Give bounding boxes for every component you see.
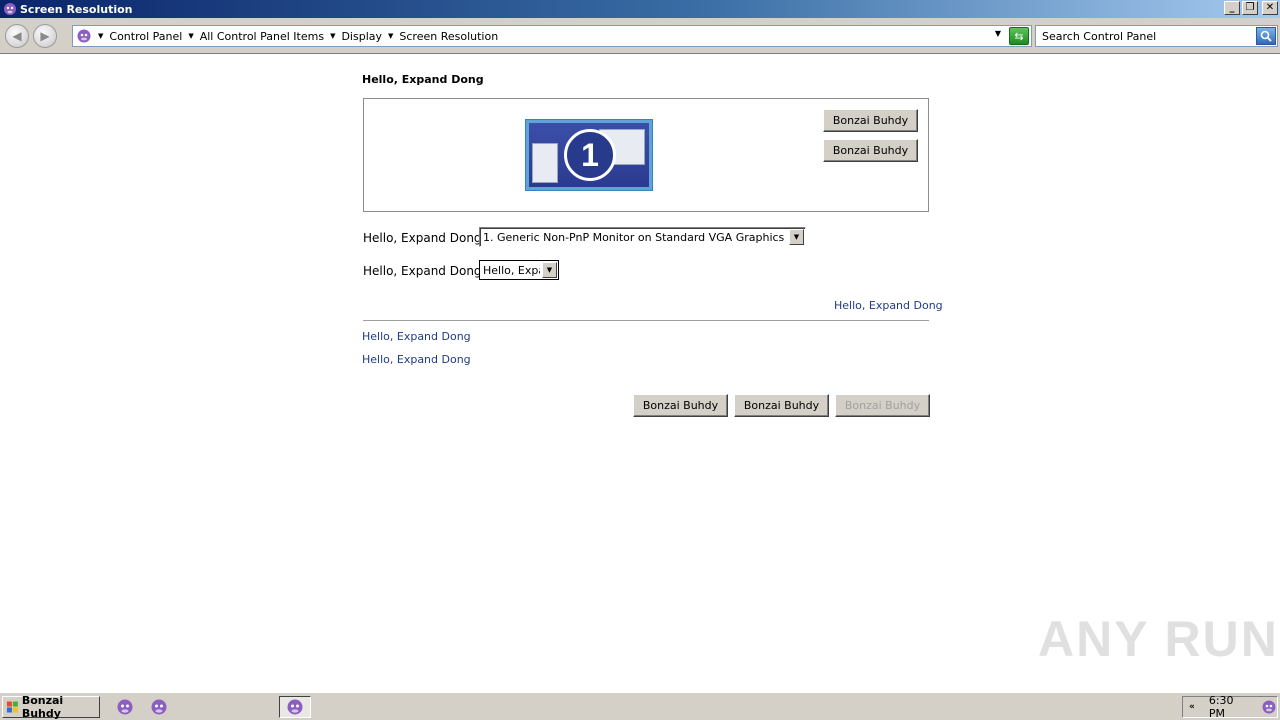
breadcrumb-all-items[interactable]: All Control Panel Items: [200, 30, 324, 43]
forward-button[interactable]: ▶: [33, 23, 57, 48]
search-button[interactable]: [1256, 27, 1276, 45]
breadcrumb: Control Panel ▼ All Control Panel Items …: [109, 30, 498, 43]
text-size-link[interactable]: Hello, Expand Dong: [362, 330, 471, 343]
main-content: Hello, Expand Dong 1 Bonzai Buhdy Bonzai…: [0, 55, 1280, 692]
apply-button: Bonzai Buhdy: [835, 394, 930, 417]
window-controls: _ ❐ ✕: [1224, 1, 1278, 15]
bonzi-quicklaunch-icon[interactable]: [150, 698, 168, 716]
arrow-right-icon: ▶: [40, 28, 50, 43]
taskbar: Bonzai Buhdy « 6:30 PM: [0, 692, 1280, 720]
breadcrumb-display[interactable]: Display: [341, 30, 382, 43]
page-heading: Hello, Expand Dong: [362, 73, 484, 86]
refresh-button[interactable]: ⇆: [1009, 27, 1029, 45]
resolution-select[interactable]: Hello, Expan ▼: [479, 260, 559, 280]
refresh-icon: ⇆: [1014, 29, 1024, 43]
ok-button[interactable]: Bonzai Buhdy: [633, 394, 728, 417]
display-settings-help-link[interactable]: Hello, Expand Dong: [362, 353, 471, 366]
advanced-settings-link[interactable]: Hello, Expand Dong: [834, 299, 943, 312]
search-icon: [1260, 30, 1272, 42]
cancel-button[interactable]: Bonzai Buhdy: [734, 394, 829, 417]
detect-button[interactable]: Bonzai Buhdy: [823, 109, 918, 132]
search-input[interactable]: [1036, 29, 1246, 43]
maximize-button[interactable]: ❐: [1242, 1, 1258, 15]
chevron-down-icon[interactable]: ▼: [388, 32, 393, 40]
breadcrumb-control-panel[interactable]: Control Panel: [109, 30, 182, 43]
taskbar-window-button[interactable]: [279, 696, 311, 718]
close-button[interactable]: ✕: [1262, 1, 1278, 15]
address-history-dropdown[interactable]: ▼: [995, 29, 1001, 38]
tray-expand-icon[interactable]: «: [1189, 702, 1195, 712]
monitor-arrangement-panel: 1 Bonzai Buhdy Bonzai Buhdy: [363, 98, 929, 212]
title-bar: Screen Resolution _ ❐ ✕: [0, 0, 1280, 18]
breadcrumb-root-arrow[interactable]: ▼: [92, 32, 109, 40]
chevron-down-icon[interactable]: ▼: [330, 32, 335, 40]
mini-window-icon: [532, 143, 558, 183]
window-title: Screen Resolution: [20, 2, 133, 16]
display-select-value: 1. Generic Non-PnP Monitor on Standard V…: [483, 230, 787, 244]
address-toolbar: ◀ ▶ ▼ Control Panel ▼ All Control Panel …: [0, 18, 1280, 54]
bonzi-quicklaunch-icon[interactable]: [116, 698, 134, 716]
clock[interactable]: 6:30 PM: [1209, 694, 1253, 720]
display-select[interactable]: 1. Generic Non-PnP Monitor on Standard V…: [479, 227, 806, 247]
resolution-label: Hello, Expand Dong: [363, 264, 482, 278]
chevron-down-icon[interactable]: ▼: [542, 262, 557, 278]
minimize-button[interactable]: _: [1224, 1, 1240, 15]
monitor-screen: 1: [529, 123, 649, 187]
display-label: Hello, Expand Dong: [363, 231, 482, 245]
chevron-down-icon[interactable]: ▼: [188, 32, 193, 40]
system-tray: « 6:30 PM: [1182, 694, 1278, 720]
monitor-number-badge: 1: [564, 129, 616, 181]
breadcrumb-screen-resolution[interactable]: Screen Resolution: [399, 30, 498, 43]
control-panel-icon: [77, 29, 91, 43]
back-button[interactable]: ◀: [5, 23, 29, 48]
bonzi-icon: [287, 699, 303, 715]
watermark-text: ANY RUN: [1038, 611, 1279, 667]
start-label: Bonzai Buhdy: [21, 694, 64, 720]
identify-button[interactable]: Bonzai Buhdy: [823, 139, 918, 162]
chevron-down-icon[interactable]: ▼: [789, 229, 804, 245]
chevron-down-icon: ▼: [98, 32, 104, 40]
arrow-left-icon: ◀: [12, 28, 22, 43]
search-box: [1035, 25, 1278, 47]
divider: [363, 320, 929, 321]
bonzi-icon: [4, 3, 16, 15]
start-button[interactable]: Bonzai Buhdy: [2, 694, 100, 720]
monitor-1-graphic[interactable]: 1: [525, 119, 653, 191]
resolution-select-value: Hello, Expan: [483, 263, 540, 277]
windows-flag-icon: [6, 701, 18, 713]
address-field[interactable]: ▼ Control Panel ▼ All Control Panel Item…: [72, 25, 1032, 47]
bonzi-tray-icon[interactable]: [1261, 699, 1277, 715]
